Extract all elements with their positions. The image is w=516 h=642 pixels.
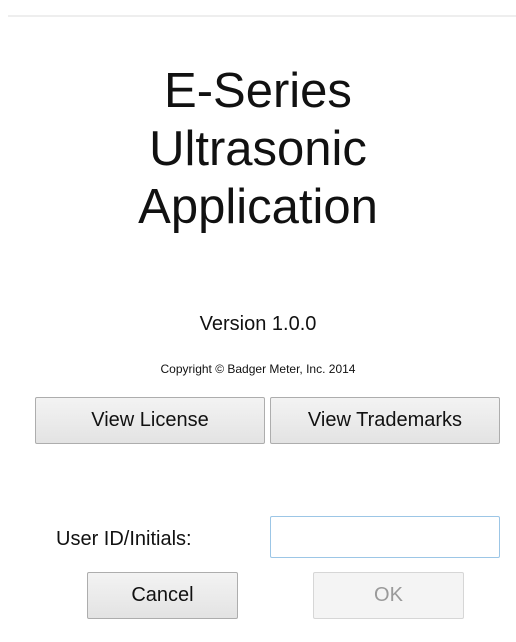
user-id-input[interactable] bbox=[270, 516, 500, 558]
cancel-button[interactable]: Cancel bbox=[87, 572, 238, 619]
application-title: E-Series Ultrasonic Application bbox=[0, 62, 516, 236]
ok-button[interactable]: OK bbox=[313, 572, 464, 619]
view-license-button[interactable]: View License bbox=[35, 397, 265, 444]
about-login-dialog: E-Series Ultrasonic Application Version … bbox=[0, 0, 516, 642]
title-line-2: Ultrasonic bbox=[149, 122, 367, 176]
version-label: Version 1.0.0 bbox=[199, 313, 317, 335]
copyright-label: Copyright © Badger Meter, Inc. 2014 bbox=[160, 362, 356, 376]
title-line-3: Application bbox=[138, 180, 378, 234]
view-trademarks-button[interactable]: View Trademarks bbox=[270, 397, 500, 444]
user-id-label: User ID/Initials: bbox=[56, 528, 192, 550]
title-line-1: E-Series bbox=[164, 64, 352, 118]
top-divider bbox=[8, 15, 516, 17]
